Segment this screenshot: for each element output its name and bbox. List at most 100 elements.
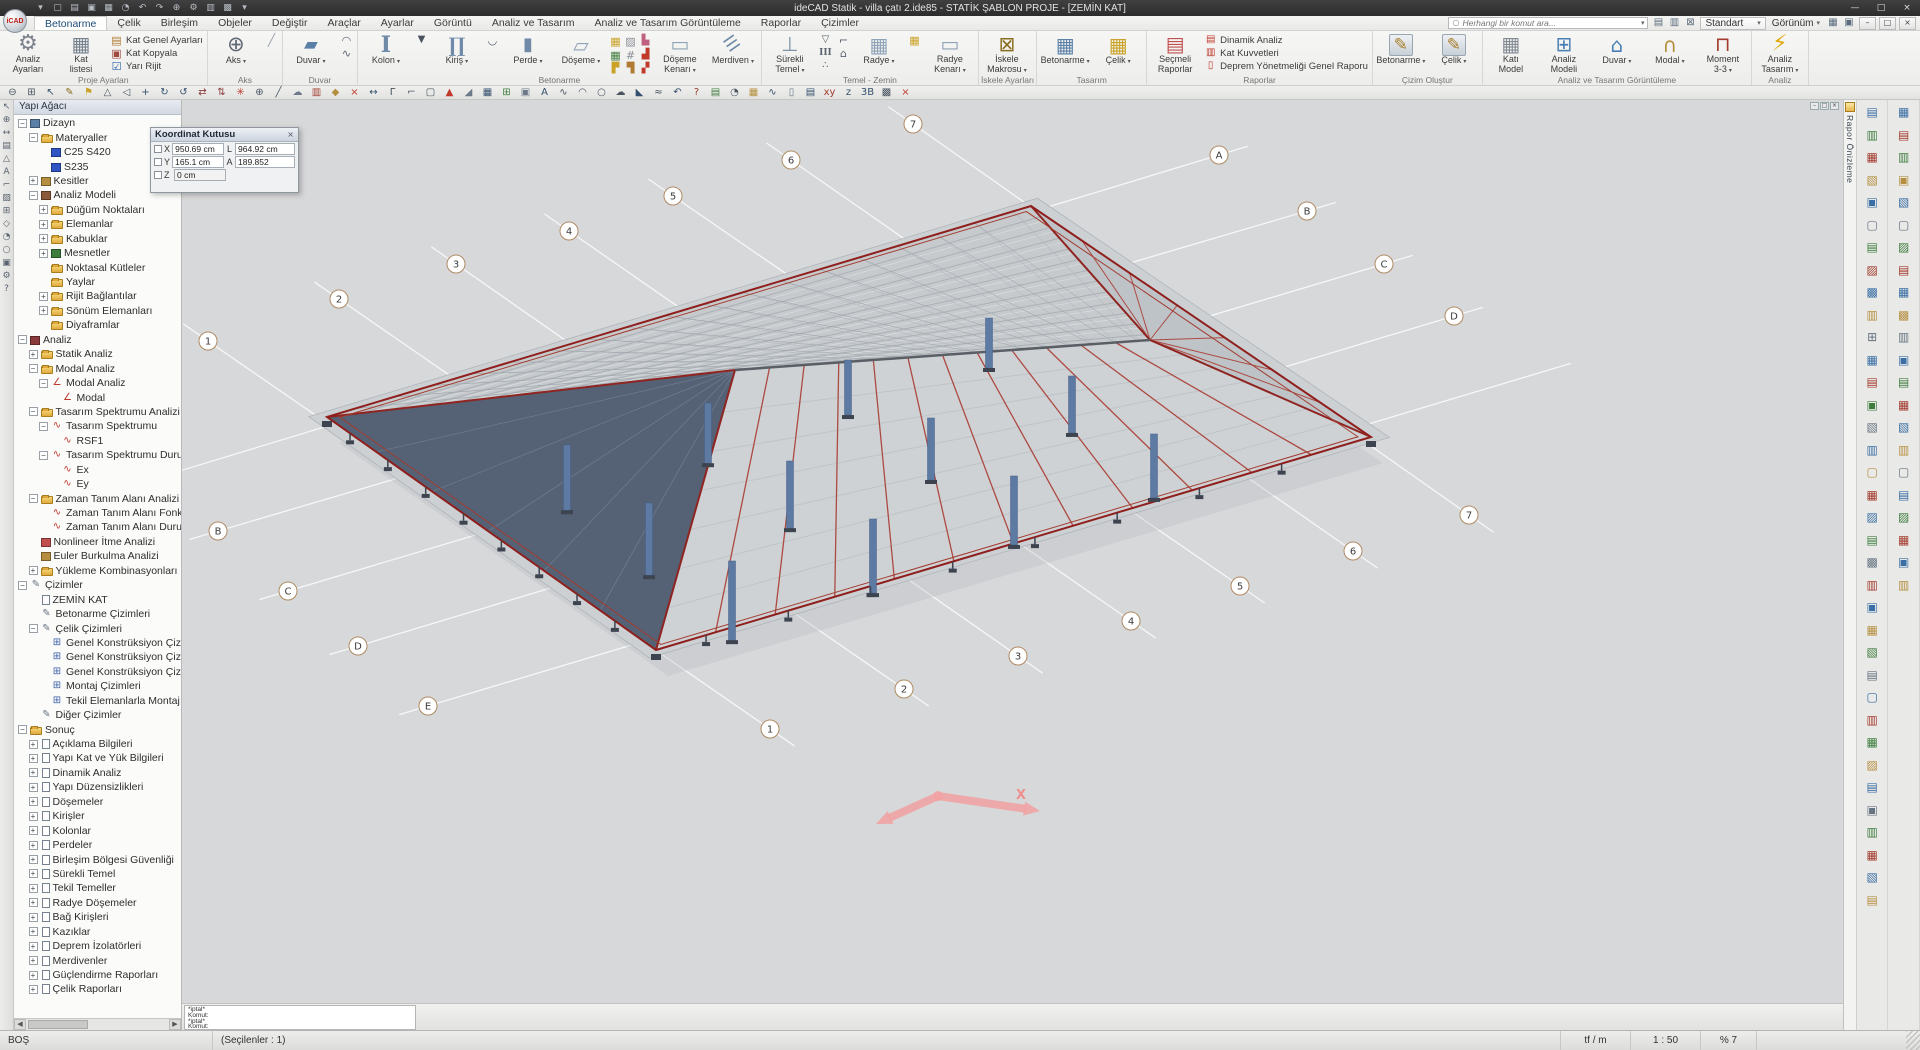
btn-kat-listesi[interactable]: ▦Katlistesi — [55, 32, 107, 75]
view-close-icon[interactable]: × — [1830, 102, 1839, 110]
expand-toggle-icon[interactable]: + — [29, 841, 38, 850]
btn-seçmeli-raporlar[interactable]: ▤SeçmeliRaporlar — [1149, 32, 1201, 75]
text-icon[interactable]: A — [535, 86, 554, 99]
tree-item-modal-analiz[interactable]: −∠Modal Analiz — [14, 376, 181, 390]
expand-toggle-icon[interactable]: + — [29, 812, 38, 821]
tree-item-statik-analiz[interactable]: +Statik Analiz — [14, 347, 181, 361]
right-tool-icon-9[interactable]: ▦ — [1891, 281, 1917, 304]
btn-moment-3-3[interactable]: ⊓Moment3-3▾ — [1697, 32, 1749, 75]
tree-horizontal-scrollbar[interactable]: ◀ ▶ — [14, 1018, 181, 1030]
view-menu[interactable]: Görünüm▾ — [1769, 18, 1823, 29]
rotate-icon[interactable]: ↻ — [155, 86, 174, 99]
tree-item-deprem-i-zolatörleri[interactable]: +Deprem İzolatörleri — [14, 939, 181, 953]
right-tool-icon-14[interactable]: ▦ — [1891, 394, 1917, 417]
grid-icon[interactable]: ▩ — [221, 4, 234, 13]
expand-toggle-icon[interactable]: + — [29, 855, 38, 864]
tree-item-radye-döşemeler[interactable]: +Radye Döşemeler — [14, 896, 181, 910]
polyline-icon[interactable]: ∿ — [554, 86, 573, 99]
z-lock-checkbox[interactable] — [154, 171, 162, 179]
chart-p-icon[interactable]: ▙ — [638, 34, 653, 48]
tree-item-açıklama-bilgileri[interactable]: +Açıklama Bilgileri — [14, 737, 181, 751]
expand-toggle-icon[interactable]: − — [39, 379, 48, 388]
view-3d-icon[interactable]: ◇ — [3, 220, 10, 229]
menu-icon[interactable]: ▾ — [34, 4, 47, 13]
grid-dark-icon[interactable]: ▩ — [877, 86, 896, 99]
btn-çelik[interactable]: ✎Çelik▾ — [1428, 32, 1480, 75]
calc-table-icon[interactable]: ▦ — [744, 86, 763, 99]
mirror-v-icon[interactable]: ⇅ — [212, 86, 231, 99]
tree-item-tekil-elemanlarla-montaj-çizimleri[interactable]: ⊞Tekil Elemanlarla Montaj Çizimleri — [14, 694, 181, 708]
zoom-out-icon[interactable]: ⊖ — [3, 86, 22, 99]
expand-toggle-icon[interactable]: + — [29, 913, 38, 922]
btn-çelik[interactable]: ▦Çelik▾ — [1092, 32, 1144, 75]
tree-item-modal[interactable]: ∠Modal — [14, 390, 181, 404]
view-3b-icon[interactable]: 3B — [858, 86, 877, 99]
right-tool-icon-24[interactable]: ▦ — [1859, 619, 1885, 642]
tree-item-perdeler[interactable]: +Perdeler — [14, 838, 181, 852]
btn-duvar[interactable]: ⌂Duvar▾ — [1591, 32, 1643, 75]
right-tool-icon-30[interactable]: ▨ — [1859, 754, 1885, 777]
polygon-select-icon[interactable]: ◁ — [117, 86, 136, 99]
tree-item-tasarım-spektrumu-durumları[interactable]: −∿Tasarım Spektrumu Durumları — [14, 448, 181, 462]
layers-icon[interactable]: ▥ — [204, 4, 217, 13]
tree-item-tekil-temeller[interactable]: +Tekil Temeller — [14, 881, 181, 895]
zoom-window-icon[interactable]: ⊞ — [22, 86, 41, 99]
expand-toggle-icon[interactable]: − — [18, 119, 27, 128]
right-tool-icon-15[interactable]: ▧ — [1891, 416, 1917, 439]
y-lock-checkbox[interactable] — [154, 158, 162, 166]
right-tool-icon-20[interactable]: ▦ — [1891, 529, 1917, 552]
btn-kolon[interactable]: IKolon▾ — [360, 32, 412, 75]
right-tool-icon-2[interactable]: ▤ — [1891, 124, 1917, 147]
right-tool-icon-35[interactable]: ▧ — [1859, 866, 1885, 889]
tree-item-modal-analiz[interactable]: −Modal Analiz — [14, 361, 181, 375]
l-field[interactable] — [235, 143, 295, 155]
expand-toggle-icon[interactable]: + — [39, 249, 48, 258]
ribbon-small-button[interactable]: ▼ — [413, 34, 430, 46]
report-preview-tab[interactable]: Rapor Önizleme — [1844, 100, 1857, 1030]
more-icon[interactable]: ▾ — [238, 4, 251, 13]
right-tool-icon-31[interactable]: ▤ — [1859, 776, 1885, 799]
grid-icon[interactable]: ⊞ — [497, 86, 516, 99]
right-tool-icon-9[interactable]: ▩ — [1859, 281, 1885, 304]
child-restore-button[interactable]: □ — [1879, 17, 1896, 30]
coordinate-box-close-icon[interactable]: × — [287, 131, 294, 139]
btn-i-skele-makrosu[interactable]: ⊠İskeleMakrosu▾ — [981, 32, 1033, 75]
expand-toggle-icon[interactable]: − — [39, 422, 48, 431]
right-tool-icon-6[interactable]: ▢ — [1859, 214, 1885, 237]
tile-windows-icon[interactable]: ▥ — [1667, 18, 1681, 28]
tree-item-dinamik-analiz[interactable]: +Dinamik Analiz — [14, 766, 181, 780]
tree-item-yapı-düzensizlikleri[interactable]: +Yapı Düzensizlikleri — [14, 780, 181, 794]
view-minimize-icon[interactable]: – — [1810, 102, 1819, 110]
command-search[interactable]: ○ ▾ — [1448, 17, 1648, 29]
image-icon[interactable]: ▣ — [516, 86, 535, 99]
tree-item-sönüm-elemanları[interactable]: +Sönüm Elemanları — [14, 304, 181, 318]
btn-analiz-modeli[interactable]: ⊞AnalizModeli — [1538, 32, 1590, 75]
tab-çelik[interactable]: Çelik — [107, 16, 150, 30]
l2-icon[interactable]: ▜ — [623, 62, 638, 76]
l3-icon[interactable]: ▞ — [638, 62, 653, 76]
tree-item-kirişler[interactable]: +Kirişler — [14, 809, 181, 823]
axes-z-icon[interactable]: z — [839, 86, 858, 99]
tree-item-elemanlar[interactable]: +Elemanlar — [14, 217, 181, 231]
arc-icon[interactable]: ◠ — [573, 86, 592, 99]
help-panel-icon[interactable]: ▣ — [1842, 18, 1856, 28]
settings-icon[interactable]: ⚙ — [2, 272, 10, 281]
btn-döşeme-kenarı[interactable]: ▭DöşemeKenarı▾ — [654, 32, 706, 75]
y-field[interactable] — [172, 156, 224, 168]
right-tool-icon-17[interactable]: ▢ — [1859, 461, 1885, 484]
right-tool-icon-19[interactable]: ▨ — [1891, 506, 1917, 529]
stretch-icon[interactable]: ↔ — [364, 86, 383, 99]
scrollbar-thumb[interactable] — [28, 1020, 88, 1029]
ribbon-small-button[interactable]: ▦ — [906, 34, 923, 46]
right-tool-icon-10[interactable]: ▥ — [1859, 304, 1885, 327]
tree-item-tasarım-spektrumu[interactable]: −∿Tasarım Spektrumu — [14, 419, 181, 433]
right-tool-icon-20[interactable]: ▤ — [1859, 529, 1885, 552]
expand-toggle-icon[interactable]: + — [29, 350, 38, 359]
expand-toggle-icon[interactable]: + — [29, 826, 38, 835]
btn-sürekli-temel[interactable]: ⊥SürekliTemel▾ — [764, 32, 816, 75]
crop-frame-icon[interactable]: ▢ — [421, 86, 440, 99]
tree-item-kolonlar[interactable]: +Kolonlar — [14, 823, 181, 837]
close-button[interactable]: × — [1894, 0, 1920, 16]
command-history[interactable]: *iptal*Komut:*iptal*Komut: — [184, 1005, 416, 1030]
workspace-combo[interactable]: Standart▾ — [1700, 17, 1765, 30]
